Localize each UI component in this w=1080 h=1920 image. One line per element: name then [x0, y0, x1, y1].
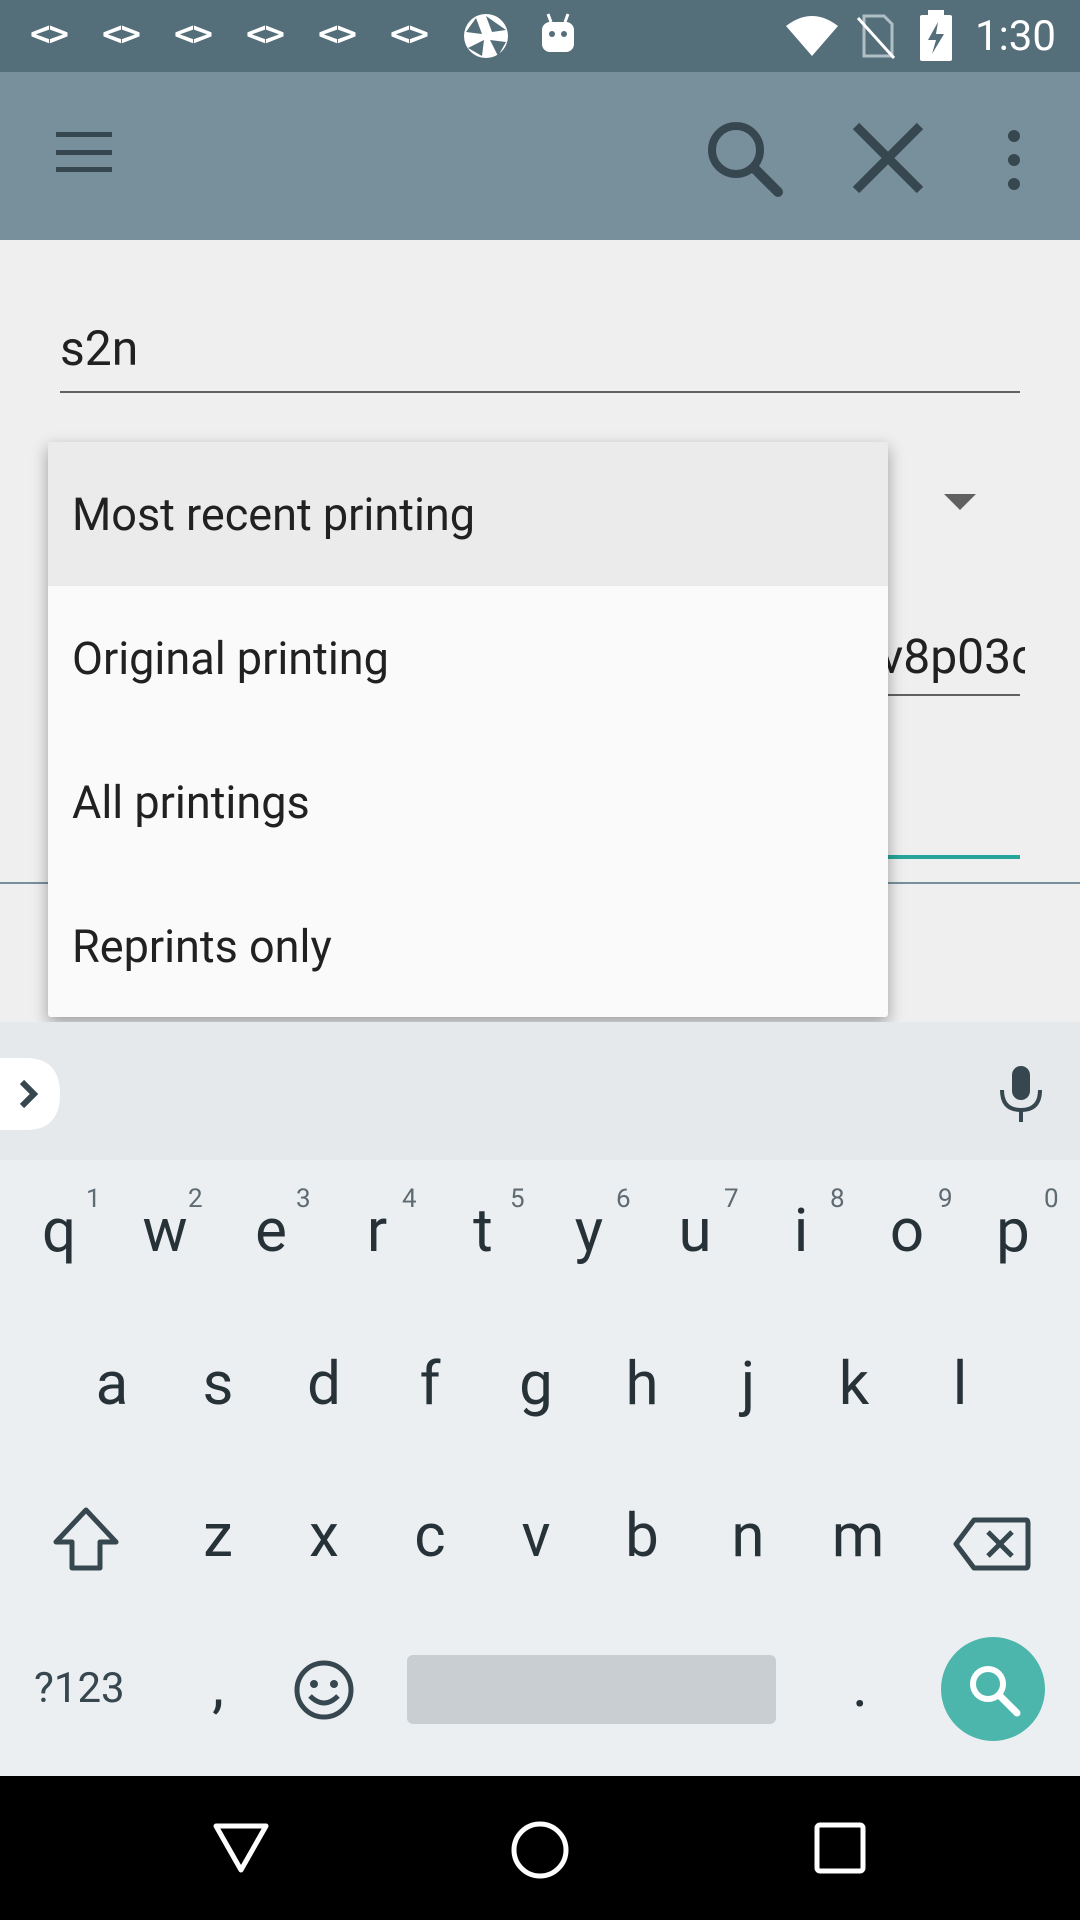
navigation-bar [0, 1776, 1080, 1920]
key-k[interactable]: k [804, 1348, 904, 1419]
back-icon[interactable] [212, 1822, 270, 1874]
code-notification-icon: <> [174, 14, 213, 54]
code-notification-icon: <> [102, 14, 141, 54]
key-hint: 8 [830, 1184, 845, 1214]
emoji-icon[interactable] [292, 1658, 356, 1722]
chevron-down-icon[interactable] [944, 494, 976, 512]
focused-field-underline [888, 855, 1020, 859]
key-s[interactable]: s [168, 1348, 268, 1419]
battery-charging-icon [920, 10, 952, 61]
overflow-menu-icon[interactable] [1002, 128, 1026, 192]
code-notification-icon: <> [246, 14, 285, 54]
key-hint: 9 [938, 1184, 953, 1214]
microphone-icon[interactable] [996, 1064, 1046, 1124]
key-j[interactable]: j [698, 1348, 798, 1419]
dropdown-option[interactable]: All printings [48, 730, 888, 874]
key-comma[interactable]: , [168, 1650, 268, 1721]
wifi-icon [786, 16, 838, 56]
dropdown-option[interactable]: Most recent printing [48, 442, 888, 586]
printing-dropdown-popup: Most recent printing Original printing A… [48, 442, 888, 1017]
key-m[interactable]: m [808, 1500, 908, 1571]
search-icon[interactable] [704, 118, 784, 198]
clock: 1:30 [975, 12, 1056, 61]
shift-icon[interactable] [52, 1506, 120, 1572]
code-notification-icon: <> [30, 14, 69, 54]
name-field-underline [60, 391, 1020, 393]
text-field-partial[interactable]: v8p03c [880, 628, 1025, 685]
dropdown-option[interactable]: Original printing [48, 586, 888, 730]
expand-suggestions-button[interactable] [0, 1058, 62, 1130]
key-c[interactable]: c [380, 1500, 480, 1571]
key-hint: 5 [510, 1184, 525, 1214]
key-b[interactable]: b [592, 1500, 692, 1571]
search-action-button[interactable] [941, 1637, 1045, 1741]
hamburger-menu-icon[interactable] [54, 130, 114, 174]
keyboard-suggestion-strip [0, 1022, 1080, 1160]
key-g[interactable]: g [486, 1348, 586, 1419]
search-icon [970, 1666, 1021, 1717]
android-notification-icon [542, 13, 574, 52]
code-notification-icon: <> [318, 14, 357, 54]
key-hint: 6 [616, 1184, 631, 1214]
key-hint: 1 [86, 1184, 101, 1214]
name-field[interactable]: s2n [60, 320, 138, 377]
key-a[interactable]: a [62, 1348, 162, 1419]
key-hint: 2 [188, 1184, 203, 1214]
home-icon[interactable] [510, 1820, 570, 1880]
key-hint: 3 [296, 1184, 311, 1214]
no-sim-icon [856, 14, 896, 60]
key-d[interactable]: d [274, 1348, 374, 1419]
key-hint: 4 [402, 1184, 417, 1214]
key-hint: 0 [1044, 1184, 1059, 1214]
backspace-icon[interactable] [952, 1516, 1032, 1572]
code-notification-icon: <> [390, 14, 429, 54]
key-period[interactable]: . [810, 1650, 910, 1721]
key-n[interactable]: n [698, 1500, 798, 1571]
dropdown-option[interactable]: Reprints only [48, 874, 888, 1017]
recents-icon[interactable] [814, 1822, 866, 1874]
key-l[interactable]: l [910, 1348, 1010, 1419]
text-field-underline [888, 694, 1020, 696]
spacebar[interactable] [407, 1655, 776, 1724]
key-h[interactable]: h [592, 1348, 692, 1419]
aperture-notification-icon [464, 14, 508, 58]
key-f[interactable]: f [380, 1348, 480, 1419]
close-icon[interactable] [850, 120, 926, 196]
key-x[interactable]: x [274, 1500, 374, 1571]
key-v[interactable]: v [486, 1500, 586, 1571]
key-z[interactable]: z [168, 1500, 268, 1571]
key-hint: 7 [724, 1184, 739, 1214]
status-bar: <> <> <> <> <> <> 1:30 [0, 0, 1080, 72]
app-bar [0, 72, 1080, 240]
symbols-key[interactable]: ?123 [34, 1664, 125, 1713]
